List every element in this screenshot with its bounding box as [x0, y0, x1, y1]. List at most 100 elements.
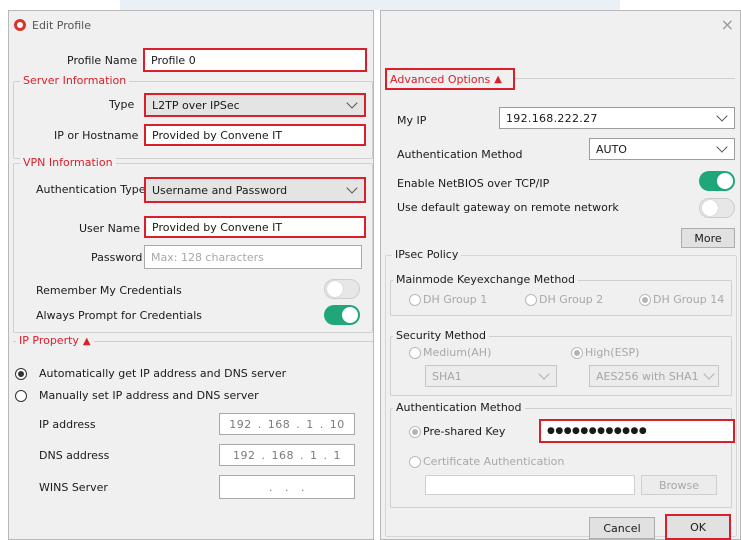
dh-group-2-label: DH Group 2 [539, 293, 604, 306]
mainmode-group: Mainmode Keyexchange Method DH Group 1 D… [390, 273, 732, 316]
dh-group-14-radio-icon [639, 293, 651, 306]
close-icon[interactable]: × [721, 15, 734, 34]
ip-address-input[interactable]: 192. 168. 1. 10 [219, 413, 355, 435]
auth-type-label: Authentication Type [36, 183, 146, 196]
gateway-toggle[interactable] [699, 198, 735, 218]
mainmode-legend: Mainmode Keyexchange Method [393, 273, 579, 286]
high-esp-select[interactable]: AES256 with SHA1 [589, 365, 719, 387]
gateway-label: Use default gateway on remote network [397, 201, 619, 214]
auto-ip-label: Automatically get IP address and DNS ser… [39, 367, 287, 380]
user-name-label: User Name [79, 222, 141, 235]
auth-method-label: Authentication Method [397, 148, 523, 161]
chevron-down-icon [346, 182, 358, 194]
authentication-method-legend: Authentication Method [393, 401, 525, 414]
profile-name-label: Profile Name [67, 54, 138, 67]
my-ip-select[interactable]: 192.168.222.27 [499, 107, 735, 129]
dh-group-14-radio[interactable]: DH Group 14 [639, 293, 724, 306]
type-label: Type [109, 98, 135, 111]
high-esp-radio[interactable]: High(ESP) [571, 346, 639, 359]
dh-group-14-label: DH Group 14 [653, 293, 725, 306]
advanced-options-panel: × Advanced Options ▲ My IP 192.168.222.2… [380, 10, 741, 540]
dh-group-1-radio-icon [409, 293, 421, 306]
cert-auth-radio-icon [409, 455, 421, 468]
advanced-options-divider [515, 78, 735, 79]
advanced-options-legend: Advanced Options [390, 72, 491, 86]
browse-button[interactable]: Browse [641, 475, 717, 495]
dh-group-1-radio[interactable]: DH Group 1 [409, 293, 487, 306]
edit-profile-panel: Edit Profile Profile Name Profile 0 Serv… [8, 10, 374, 540]
advanced-options-header[interactable]: Advanced Options ▲ [385, 68, 515, 90]
background-decoration [120, 0, 620, 10]
psk-radio[interactable]: Pre-shared Key [409, 425, 505, 438]
type-select[interactable]: L2TP over IPSec [144, 93, 366, 117]
ok-button[interactable]: OK [665, 514, 731, 540]
manual-ip-radio-icon [15, 389, 27, 402]
prompt-toggle[interactable] [324, 305, 360, 325]
psk-label: Pre-shared Key [423, 425, 506, 438]
cert-auth-label: Certificate Authentication [423, 455, 565, 468]
medium-ah-select-value: SHA1 [432, 369, 462, 383]
dh-group-2-radio-icon [525, 293, 537, 306]
cert-path-input[interactable] [425, 475, 635, 495]
ip-address-label: IP address [39, 418, 96, 431]
auth-method-select[interactable]: AUTO [589, 138, 735, 160]
auth-method-value: AUTO [596, 142, 627, 156]
dns-address-input[interactable]: 192. 168. 1. 1 [219, 444, 355, 466]
type-select-value: L2TP over IPSec [152, 98, 240, 112]
chevron-down-icon [716, 141, 728, 153]
ip-property-legend: IP Property ▲ [16, 334, 94, 347]
cancel-button[interactable]: Cancel [589, 517, 655, 539]
security-method-legend: Security Method [393, 329, 489, 342]
my-ip-label: My IP [397, 114, 427, 127]
dh-group-1-label: DH Group 1 [423, 293, 488, 306]
netbios-toggle[interactable] [699, 171, 735, 191]
auth-type-value: Username and Password [152, 183, 288, 197]
dns-address-label: DNS address [39, 449, 110, 462]
wins-server-label: WINS Server [39, 481, 108, 494]
ipsec-policy-legend: IPsec Policy [392, 248, 462, 261]
server-info-legend: Server Information [20, 74, 130, 87]
ip-property-group: IP Property ▲ Automatically get IP addres… [13, 334, 373, 511]
security-method-group: Security Method Medium(AH) High(ESP) SHA… [390, 329, 732, 396]
prompt-label: Always Prompt for Credentials [36, 309, 202, 322]
cert-auth-radio[interactable]: Certificate Authentication [409, 455, 564, 468]
medium-ah-radio[interactable]: Medium(AH) [409, 346, 491, 359]
more-button[interactable]: More [681, 228, 735, 248]
app-logo-icon [14, 19, 26, 31]
profile-name-input[interactable]: Profile 0 [143, 48, 367, 72]
user-name-input[interactable]: Provided by Convene IT [144, 216, 366, 238]
host-input[interactable]: Provided by Convene IT [144, 124, 366, 146]
vpn-info-group: VPN Information Authentication Type User… [13, 156, 373, 333]
chevron-down-icon [716, 110, 728, 122]
high-esp-label: High(ESP) [585, 346, 640, 359]
manual-ip-label: Manually set IP address and DNS server [39, 389, 259, 402]
high-esp-select-value: AES256 with SHA1 [596, 369, 699, 383]
manual-ip-radio[interactable]: Manually set IP address and DNS server [15, 389, 259, 402]
high-esp-radio-icon [571, 346, 583, 359]
auto-ip-radio[interactable]: Automatically get IP address and DNS ser… [15, 367, 286, 380]
password-placeholder: Max: 128 characters [151, 250, 264, 264]
collapse-triangle-icon: ▲ [494, 73, 502, 85]
psk-value: ●●●●●●●●●●●● [547, 426, 648, 436]
medium-ah-select[interactable]: SHA1 [425, 365, 557, 387]
chevron-down-icon [538, 368, 550, 380]
remember-toggle[interactable] [324, 279, 360, 299]
chevron-down-icon [702, 368, 715, 380]
psk-radio-icon [409, 425, 421, 438]
authentication-method-group: Authentication Method Pre-shared Key ●●●… [390, 401, 735, 508]
dialog-title: Edit Profile [32, 18, 92, 32]
ipsec-policy-group: IPsec Policy Mainmode Keyexchange Method… [385, 248, 737, 537]
dh-group-2-radio[interactable]: DH Group 2 [525, 293, 603, 306]
auth-type-select[interactable]: Username and Password [144, 177, 366, 203]
medium-ah-label: Medium(AH) [423, 346, 492, 359]
chevron-down-icon [346, 97, 358, 109]
remember-label: Remember My Credentials [36, 284, 182, 297]
vpn-info-legend: VPN Information [20, 156, 116, 169]
password-input[interactable]: Max: 128 characters [144, 245, 362, 269]
psk-input[interactable]: ●●●●●●●●●●●● [539, 419, 735, 443]
password-label: Password [91, 251, 143, 264]
host-label: IP or Hostname [54, 129, 139, 142]
wins-server-input[interactable]: ... [219, 475, 355, 499]
my-ip-value: 192.168.222.27 [506, 111, 598, 125]
collapse-triangle-icon[interactable]: ▲ [83, 336, 91, 347]
